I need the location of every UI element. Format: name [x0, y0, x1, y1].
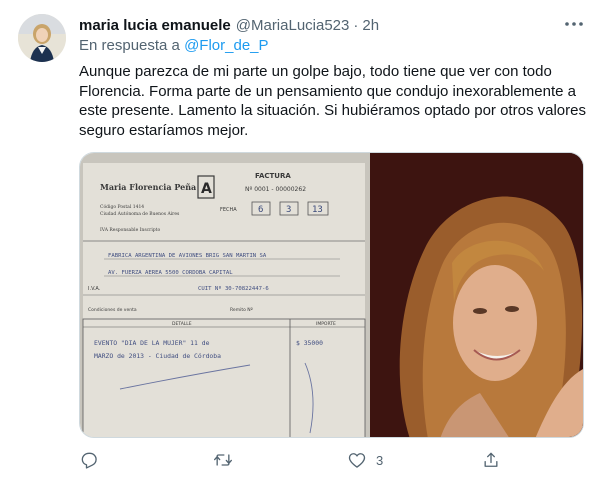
- avatar-image: [18, 14, 66, 62]
- invoice-detail-line-1: EVENTO "DIA DE LA MUJER" 11 de: [94, 339, 210, 347]
- invoice-date-month: 3: [286, 205, 291, 215]
- reply-button[interactable]: [79, 448, 99, 472]
- more-dots-icon[interactable]: [562, 14, 586, 34]
- tweet-header: maria lucia emanuele @MariaLucia523 · 2h: [79, 14, 379, 36]
- invoice-iva-label: I.V.A.: [88, 286, 101, 292]
- share-button[interactable]: [481, 448, 501, 472]
- reply-mention-link[interactable]: @Flor_de_P: [184, 37, 268, 54]
- reply-prefix: En respuesta a: [79, 37, 180, 54]
- author-name[interactable]: maria lucia emanuele: [79, 17, 231, 34]
- invoice-address-2: Ciudad Autónoma de Buenos Aires: [100, 210, 180, 217]
- invoice-col-detail: DETALLE: [172, 321, 192, 327]
- invoice-remito: Remito Nº: [230, 307, 253, 313]
- like-button[interactable]: 3: [347, 448, 383, 472]
- timestamp[interactable]: 2h: [362, 17, 379, 34]
- invoice-client-address: AV. FUERZA AEREA 5500 CORDOBA CAPITAL: [108, 270, 233, 276]
- avatar[interactable]: [18, 14, 66, 62]
- tweet-media[interactable]: Maria Florencia Peña Código Postal 1414 …: [79, 152, 584, 438]
- invoice-number: Nº 0001 - 00000262: [245, 186, 306, 193]
- like-count: 3: [376, 452, 384, 468]
- tweet[interactable]: maria lucia emanuele @MariaLucia523 · 2h…: [0, 0, 598, 482]
- invoice-amount: $ 35000: [296, 339, 323, 347]
- retweet-icon: [214, 454, 232, 466]
- invoice-address-1: Código Postal 1414: [100, 203, 144, 210]
- invoice-doc-title: FACTURA: [255, 172, 291, 180]
- tweet-text: Aunque parezca de mi parte un golpe bajo…: [79, 63, 586, 139]
- invoice-date-day: 6: [258, 205, 263, 215]
- share-icon: [484, 452, 498, 467]
- tweet-actions: 3: [79, 448, 509, 472]
- heart-icon: [348, 453, 366, 468]
- invoice-tax-status: IVA Responsable Inscripto: [100, 227, 160, 233]
- reply-context: En respuesta a @Flor_de_P: [79, 37, 269, 54]
- invoice-detail-line-2: MARZO de 2013 - Ciudad de Córdoba: [94, 352, 221, 360]
- retweet-button[interactable]: [213, 448, 233, 472]
- invoice-date-label: FECHA: [220, 207, 237, 213]
- invoice-issuer: Maria Florencia Peña: [100, 182, 196, 192]
- invoice-col-amount: IMPORTE: [316, 321, 336, 327]
- separator-dot: ·: [353, 16, 359, 34]
- invoice-client-name: FABRICA ARGENTINA DE AVIONES BRIG SAN MA…: [108, 253, 267, 259]
- portrait-face: [453, 265, 537, 381]
- reply-icon: [81, 452, 97, 469]
- author-handle[interactable]: @MariaLucia523: [236, 17, 350, 34]
- invoice-cuit: CUIT Nº 30-70822447-6: [198, 285, 269, 292]
- invoice-date-year: 13: [312, 205, 323, 215]
- invoice-letter: A: [201, 181, 212, 197]
- invoice-sale-conditions: Condiciones de venta: [88, 307, 137, 313]
